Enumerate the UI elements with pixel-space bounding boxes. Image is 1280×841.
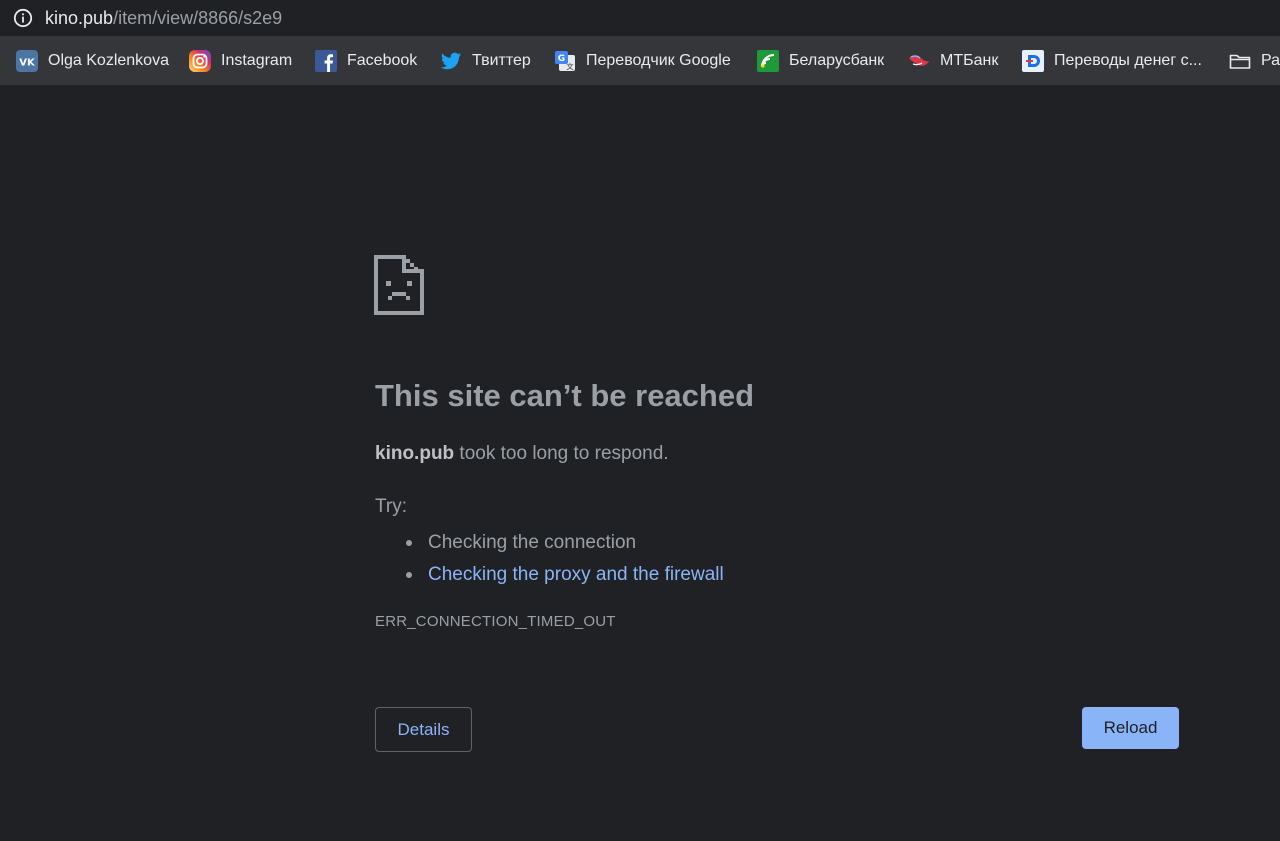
error-host: kino.pub [375, 443, 455, 464]
error-message-text: took too long to respond. [454, 443, 669, 464]
url-path: /item/view/8866/s2e9 [113, 8, 283, 28]
bookmark-twitter[interactable]: Твиттер [440, 48, 531, 73]
twitter-icon [440, 52, 462, 69]
bookmark-label: Ра [1261, 51, 1280, 69]
error-message: kino.pub took too long to respond. [375, 442, 669, 466]
sad-page-icon [374, 255, 424, 315]
instagram-icon [189, 49, 211, 72]
svg-text:VK: VK [19, 57, 36, 68]
bookmark-google-translate[interactable]: G 文 Переводчик Google [554, 48, 731, 73]
bookmark-label: Твиттер [472, 51, 531, 69]
bookmark-label: Olga Kozlenkova [48, 51, 169, 69]
try-label: Try: [375, 496, 408, 517]
belarusbank-icon [757, 49, 779, 72]
bookmark-label: Переводчик Google [586, 51, 731, 69]
reload-button[interactable]: Reload [1082, 707, 1179, 749]
bookmark-mtbank[interactable]: МТБанк [908, 48, 998, 73]
error-title: This site can’t be reached [375, 378, 755, 413]
bookmark-belarusbank[interactable]: Беларусбанк [757, 48, 884, 73]
suggestion-check-connection: Checking the connection [375, 527, 724, 559]
bookmark-label: Facebook [347, 51, 418, 69]
details-button[interactable]: Details [375, 707, 472, 752]
google-translate-icon: G 文 [555, 50, 575, 71]
suggestion-check-proxy-link[interactable]: Checking the proxy and the firewall [375, 559, 724, 591]
bookmark-label: МТБанк [940, 51, 999, 69]
error-page: This site can’t be reached kino.pub took… [0, 85, 1280, 841]
info-icon[interactable] [13, 8, 33, 28]
vk-icon: VK [16, 49, 38, 72]
bookmark-money-transfer[interactable]: Переводы денег с... [1022, 48, 1202, 73]
suggestions-list: Checking the connection Checking the pro… [375, 527, 724, 591]
bookmark-label: Беларусбанк [789, 51, 885, 69]
address-bar[interactable]: kino.pub/item/view/8866/s2e9 [0, 0, 1280, 36]
url-host: kino.pub [45, 8, 114, 28]
bookmark-olga-kozlenkova[interactable]: VK Olga Kozlenkova [16, 48, 169, 73]
money-transfer-icon [1022, 49, 1044, 72]
bookmark-instagram[interactable]: Instagram [189, 48, 292, 73]
error-code: ERR_CONNECTION_TIMED_OUT [375, 613, 616, 630]
bookmarks-bar: VK Olga Kozlenkova Instagram Facebook Тв… [0, 36, 1280, 85]
bookmark-label: Instagram [221, 51, 293, 69]
svg-text:文: 文 [567, 62, 575, 71]
facebook-icon [315, 49, 337, 72]
mtbank-icon [909, 54, 929, 66]
bookmark-facebook[interactable]: Facebook [315, 48, 417, 73]
bookmark-label: Переводы денег с... [1054, 51, 1202, 69]
url-text[interactable]: kino.pub/item/view/8866/s2e9 [45, 7, 282, 29]
bookmark-folder[interactable]: Ра [1229, 48, 1280, 73]
svg-text:G: G [558, 54, 565, 64]
folder-icon [1229, 54, 1251, 69]
